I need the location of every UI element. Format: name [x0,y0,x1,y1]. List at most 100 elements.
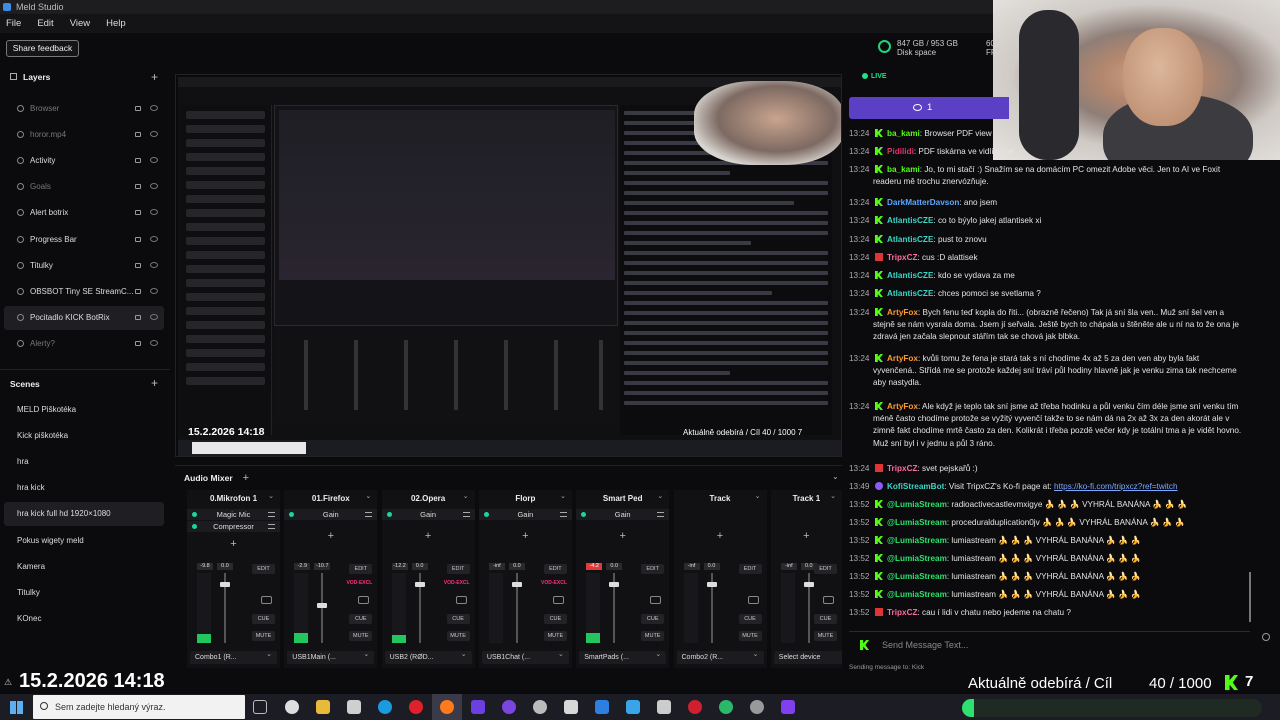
channel-name[interactable]: 01.Firefox [284,492,377,506]
device-select[interactable]: USB2 (RØD... [384,648,472,664]
edit-button[interactable]: EDIT [813,564,837,574]
firefox-icon[interactable] [440,700,454,714]
effect-item[interactable]: Gain [284,509,378,520]
vod-exclude-badge[interactable]: VOD-EXCL [444,580,470,586]
edit-button[interactable]: EDIT [738,564,762,574]
lock-icon[interactable] [135,132,141,138]
eye-icon[interactable] [150,235,158,242]
add-effect-button[interactable]: + [479,530,572,542]
mixer-collapse-icon[interactable]: ⌄ [832,472,839,481]
add-layer-button[interactable]: + [151,70,158,84]
vod-exclude-badge[interactable]: VOD-EXCL [346,580,372,586]
task-view-icon[interactable] [253,700,267,714]
effect-enabled-icon[interactable] [581,512,587,517]
monitor-icon[interactable] [822,596,834,604]
app-icon[interactable] [688,700,702,714]
eye-icon[interactable] [150,157,158,164]
effect-item[interactable]: Gain [576,509,670,520]
device-select[interactable]: Combo2 (R... [676,648,764,664]
chevron-down-icon[interactable]: ⌄ [755,492,761,500]
edit-button[interactable]: EDIT [252,564,275,574]
lock-icon[interactable] [135,236,141,242]
mute-button[interactable]: MUTE [349,631,373,641]
eye-icon[interactable] [150,209,158,216]
settings-icon[interactable] [533,700,547,714]
scene-item[interactable]: hra kick full hd 1920×1080 [4,502,164,527]
layer-item[interactable]: Titulky [4,254,164,278]
chat-username[interactable]: AtlantisCZE [887,216,933,225]
chat-username[interactable]: AtlantisCZE [887,289,933,298]
add-effect-button[interactable]: + [674,530,767,542]
mute-button[interactable]: MUTE [543,631,567,641]
monitor-icon[interactable] [650,596,662,604]
channel-name[interactable]: Florp [479,492,572,506]
chat-username[interactable]: ArtyFox [887,402,918,411]
fader-handle[interactable] [511,582,522,587]
chevron-down-icon[interactable]: ⌄ [657,492,663,500]
layer-item[interactable]: Alert botrix [4,201,164,225]
chat-username[interactable]: DarkMatterDavson [887,198,959,207]
edge-icon[interactable] [378,700,392,714]
add-effect-button[interactable]: + [187,538,280,550]
chat-username[interactable]: TripxCZ [887,464,917,473]
edit-button[interactable]: EDIT [349,564,373,574]
app-icon[interactable] [750,700,764,714]
effect-settings-icon[interactable] [657,512,665,517]
chat-input-placeholder[interactable]: Send Message Text... [882,640,968,650]
scene-item[interactable]: hra kick [4,476,164,500]
chat-settings-icon[interactable] [1262,633,1270,641]
lock-icon[interactable] [135,210,141,216]
windows-start-icon[interactable] [10,701,23,714]
lock-icon[interactable] [135,314,141,320]
app-icon[interactable] [781,700,795,714]
effect-enabled-icon[interactable] [289,512,295,517]
cue-button[interactable]: CUE [738,614,762,624]
effect-item[interactable]: Gain [478,509,572,520]
chat-username[interactable]: TripxCZ [887,253,917,262]
effect-settings-icon[interactable] [462,512,470,517]
effect-settings-icon[interactable] [365,512,373,517]
mute-button[interactable]: MUTE [813,631,837,641]
app-icon[interactable] [719,700,733,714]
app-icon[interactable] [285,700,299,714]
chat-scrollbar[interactable] [1249,572,1251,622]
device-select[interactable]: Select device [773,651,842,664]
cue-button[interactable]: CUE [446,614,470,624]
device-select[interactable]: Combo1 (R... [190,648,277,664]
chat-username[interactable]: ArtyFox [887,354,918,363]
eye-icon[interactable] [150,313,158,320]
cue-button[interactable]: CUE [641,614,665,624]
menu-help[interactable]: Help [106,14,126,33]
opera-icon[interactable] [409,700,423,714]
scene-item[interactable]: KOnec [4,607,164,631]
cue-button[interactable]: CUE [543,614,567,624]
monitor-icon[interactable] [261,596,272,604]
cue-button[interactable]: CUE [349,614,373,624]
app-icon[interactable] [595,700,609,714]
effect-enabled-icon[interactable] [483,512,489,517]
fader-handle[interactable] [220,582,230,587]
scene-item[interactable]: hra [4,450,164,474]
chevron-down-icon[interactable]: ⌄ [463,492,469,500]
app-icon[interactable] [657,700,671,714]
layer-item[interactable]: OBSBOT Tiny SE StreamC... [4,280,164,304]
chat-username[interactable]: ba_kami [887,129,920,138]
chat-username[interactable]: @LumiaStream [887,536,947,545]
app-icon[interactable] [471,700,485,714]
monitor-icon[interactable] [455,596,467,604]
add-scene-button[interactable]: + [151,376,158,390]
scene-item[interactable]: Kamera [4,555,164,579]
chevron-down-icon[interactable]: ⌄ [560,492,566,500]
eye-hidden-icon[interactable] [150,131,158,138]
monitor-icon[interactable] [552,596,564,604]
menu-view[interactable]: View [70,14,90,33]
layer-item[interactable]: Alerty? [4,332,164,356]
channel-name[interactable]: 02.Opera [382,492,475,506]
chat-username[interactable]: @LumiaStream [887,554,947,563]
scene-item[interactable]: Pokus wigety meld [4,529,164,553]
add-audio-track-button[interactable]: + [243,472,249,484]
channel-name[interactable]: Track [674,492,767,506]
scene-item[interactable]: Titulky [4,581,164,605]
fader-handle[interactable] [803,582,814,587]
taskbar-search[interactable]: Sem zadejte hledaný výraz. [33,695,245,719]
